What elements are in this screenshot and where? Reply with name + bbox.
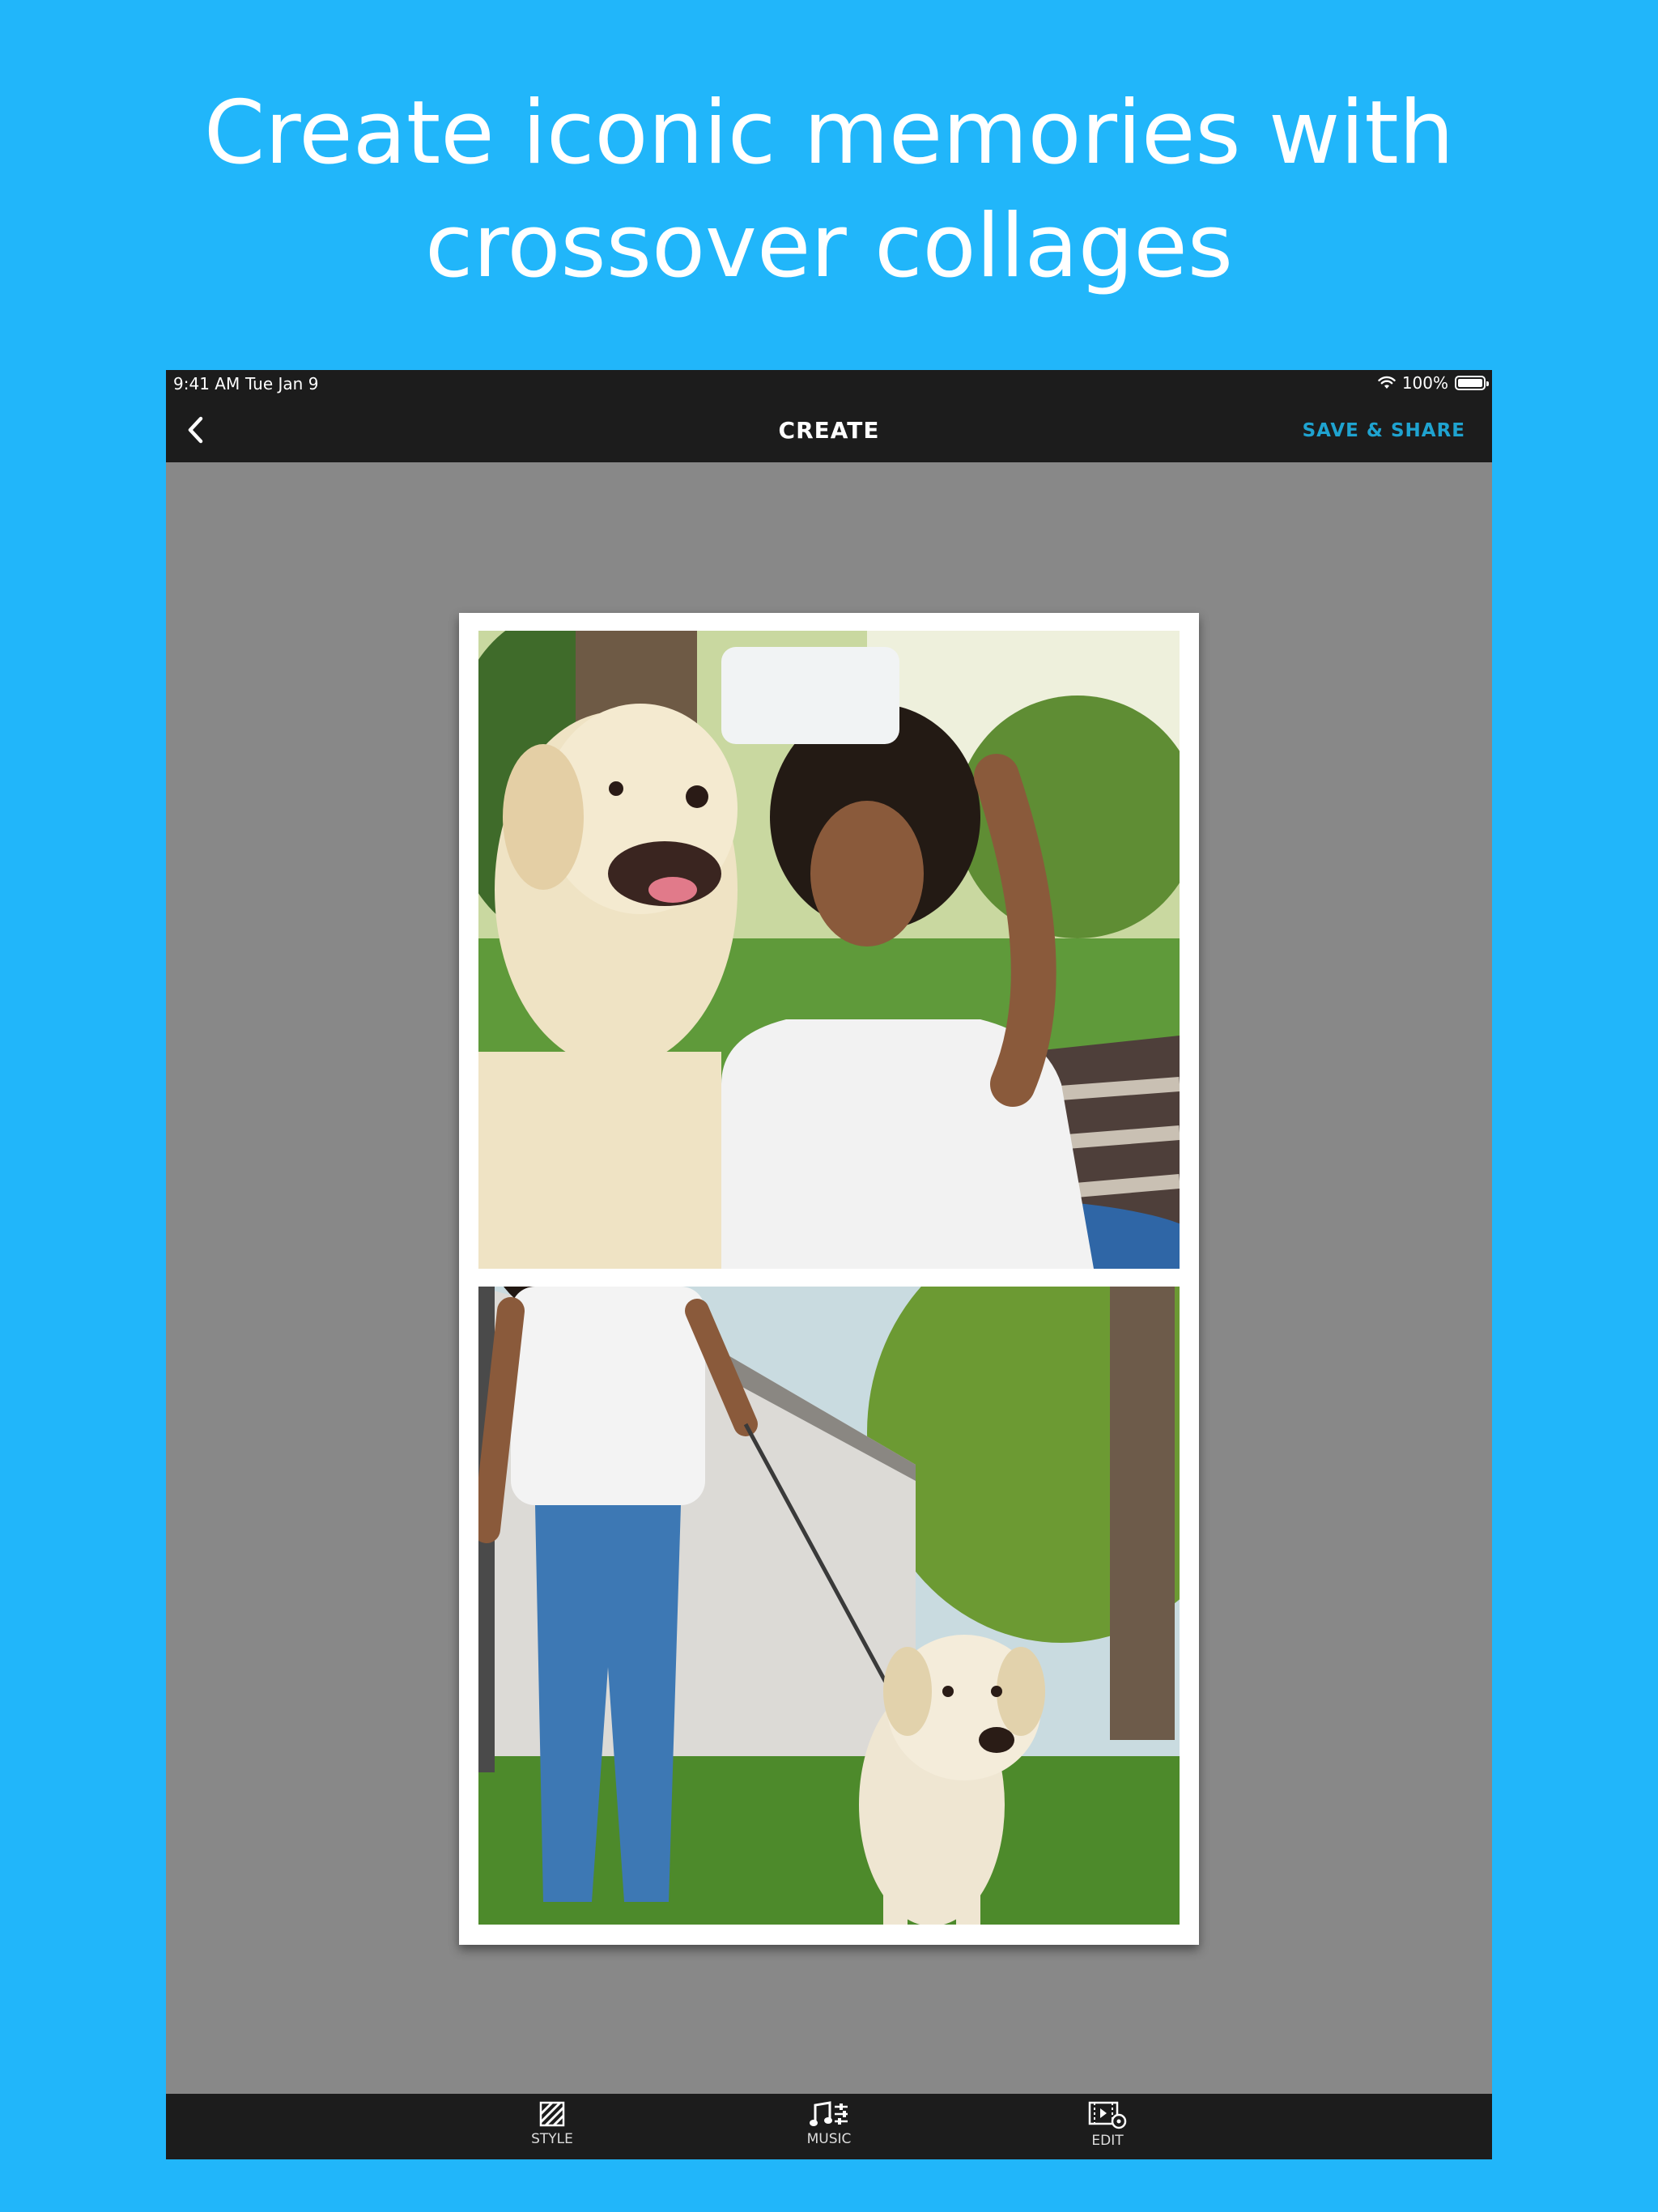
collage-photo-bottom[interactable] xyxy=(478,1287,1180,1925)
navigation-bar: CREATE SAVE & SHARE xyxy=(166,399,1492,462)
status-time: 9:41 AM xyxy=(173,374,240,393)
headline: Create iconic memories with crossover co… xyxy=(203,83,1455,297)
status-indicators: 100% xyxy=(1378,373,1489,393)
tab-edit[interactable]: EDIT xyxy=(1059,2094,1156,2159)
tab-style[interactable]: STYLE xyxy=(504,2094,601,2159)
tab-style-label: STYLE xyxy=(531,2131,573,2147)
page-title: CREATE xyxy=(778,417,880,444)
wifi-icon xyxy=(1378,376,1396,389)
style-icon xyxy=(539,2101,565,2127)
tab-bar: STYLE MUSIC EDIT xyxy=(166,2094,1492,2159)
save-share-button[interactable]: SAVE & SHARE xyxy=(1303,399,1465,462)
battery-icon xyxy=(1455,376,1489,390)
collage-photo-top[interactable] xyxy=(478,631,1180,1269)
battery-percent: 100% xyxy=(1401,373,1448,393)
collage-preview[interactable] xyxy=(459,613,1199,1945)
status-date: Tue Jan 9 xyxy=(245,374,319,393)
tab-music[interactable]: MUSIC xyxy=(780,2094,878,2159)
app-screen: 9:41 AM Tue Jan 9 100% CREATE SAVE & SHA… xyxy=(166,370,1492,2159)
music-icon xyxy=(810,2101,848,2126)
status-bar: 9:41 AM Tue Jan 9 100% xyxy=(166,370,1492,399)
tab-music-label: MUSIC xyxy=(806,2131,852,2147)
walk-photo xyxy=(478,1287,1180,1925)
edit-icon xyxy=(1088,2101,1127,2129)
selfie-photo xyxy=(478,631,1180,1269)
tab-edit-label: EDIT xyxy=(1091,2133,1124,2149)
